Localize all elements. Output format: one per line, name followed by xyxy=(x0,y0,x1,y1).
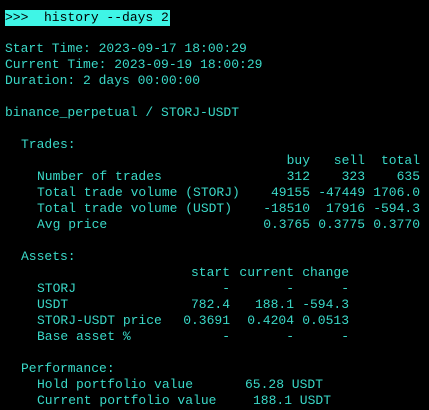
trades-cell: 49155 xyxy=(270,185,310,200)
current-time: Current Time: 2023-09-19 18:00:29 xyxy=(5,57,263,72)
assets-cell: 782.4 xyxy=(190,297,230,312)
assets-row-label: STORJ-USDT price xyxy=(37,313,162,328)
trades-cell: 0.3765 xyxy=(263,217,310,232)
assets-col-current: current xyxy=(239,265,294,280)
performance-heading: Performance: xyxy=(21,361,115,376)
trades-cell: -594.3 xyxy=(373,201,420,216)
trades-cell: 323 xyxy=(341,169,365,184)
assets-col-change: change xyxy=(302,265,349,280)
command-line: >>> history --days 2 xyxy=(5,10,170,26)
assets-cell: -594.3 xyxy=(302,297,349,312)
assets-cell: 0.3691 xyxy=(183,313,230,328)
duration: Duration: 2 days 00:00:00 xyxy=(5,73,201,88)
trades-cell: 0.3770 xyxy=(373,217,420,232)
trades-cell: 635 xyxy=(396,169,420,184)
trades-cell: 312 xyxy=(286,169,310,184)
trades-cell: 0.3775 xyxy=(318,217,365,232)
trades-col-total: total xyxy=(380,153,420,168)
assets-cell: 188.1 xyxy=(254,297,294,312)
assets-cell: - xyxy=(341,281,349,296)
assets-cell: - xyxy=(341,329,349,344)
assets-cell: - xyxy=(222,329,230,344)
assets-row-label: USDT xyxy=(37,297,69,312)
start-time: Start Time: 2023-09-17 18:00:29 xyxy=(5,41,247,56)
assets-cell: - xyxy=(222,281,230,296)
assets-cell: 0.0513 xyxy=(302,313,349,328)
performance-row-label: Current portfolio value xyxy=(37,393,217,408)
assets-row-label: Base asset % xyxy=(37,329,131,344)
trades-col-sell: sell xyxy=(333,153,365,168)
performance-value: 65.28 USDT xyxy=(245,377,324,392)
assets-col-start: start xyxy=(190,265,230,280)
trades-cell: 1706.0 xyxy=(373,185,420,200)
trades-row-label: Total trade volume (USDT) xyxy=(37,201,233,216)
assets-cell: - xyxy=(286,281,294,296)
trades-col-buy: buy xyxy=(286,153,310,168)
trades-row-label: Number of trades xyxy=(37,169,162,184)
assets-cell: 0.4204 xyxy=(247,313,294,328)
trades-cell: 17916 xyxy=(325,201,365,216)
market-pair: binance_perpetual / STORJ-USDT xyxy=(5,105,240,120)
performance-value: 188.1 USDT xyxy=(253,393,332,408)
trades-heading: Trades: xyxy=(21,137,76,152)
assets-row-label: STORJ xyxy=(37,281,77,296)
trades-row-label: Avg price xyxy=(37,217,108,232)
terminal-output[interactable]: >>> history --days 2 Start Time: 2023-09… xyxy=(0,0,429,410)
trades-row-label: Total trade volume (STORJ) xyxy=(37,185,240,200)
performance-row-label: Hold portfolio value xyxy=(37,377,194,392)
assets-cell: - xyxy=(286,329,294,344)
trades-cell: -18510 xyxy=(263,201,310,216)
trades-cell: -47449 xyxy=(318,185,365,200)
assets-heading: Assets: xyxy=(21,249,76,264)
